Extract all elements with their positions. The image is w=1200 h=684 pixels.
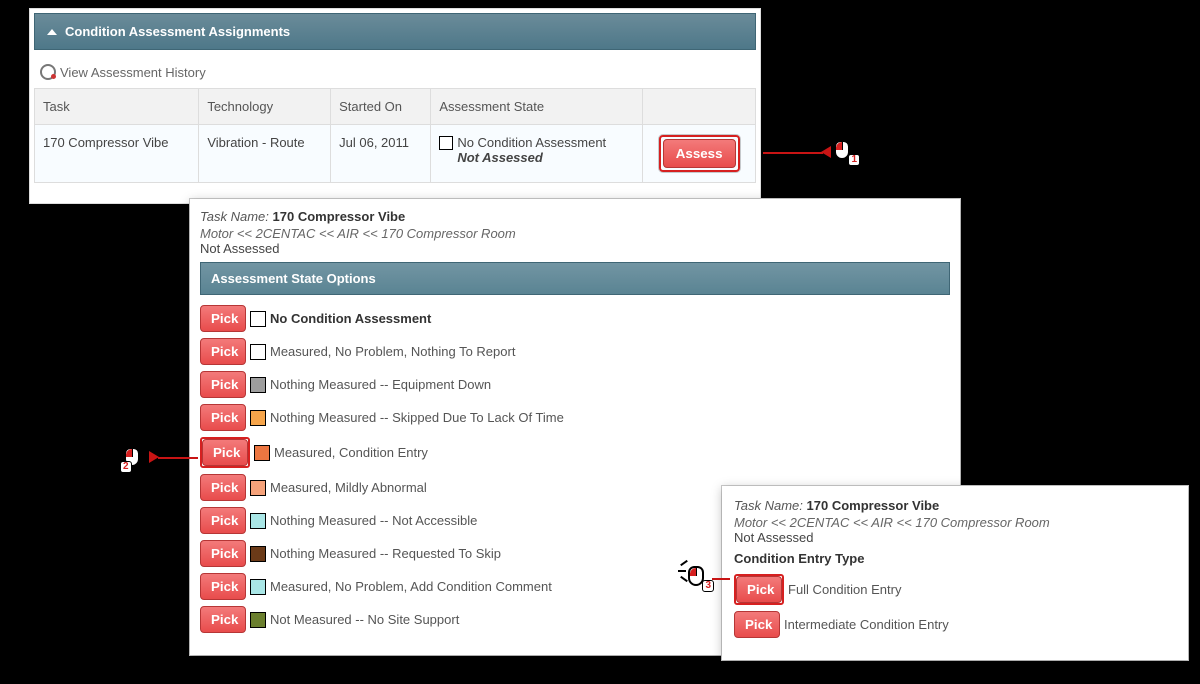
cell-technology: Vibration - Route [199,125,331,183]
assess-button[interactable]: Assess [663,139,736,168]
panel-entry-type: Task Name: 170 Compressor Vibe Motor << … [722,486,1188,660]
options-header: Assessment State Options [200,262,950,295]
pick-button[interactable]: Pick [734,611,780,638]
pick-button[interactable]: Pick [200,540,246,567]
pick-button[interactable]: Pick [200,305,246,332]
color-swatch-icon [250,612,266,628]
callout-number-2: 2 [120,461,132,473]
task-value: 170 Compressor Vibe [273,209,406,224]
status-text-3: Not Assessed [734,530,1176,545]
callout-mouse-1: 1 [834,140,856,164]
option-label: No Condition Assessment [270,311,431,326]
col-started: Started On [331,89,431,125]
callout-highlight-3: Pick [734,574,784,605]
callout-line-2 [158,457,198,459]
history-icon [40,64,56,80]
option-label: Measured, Condition Entry [274,445,428,460]
entry-option-row: Pick Intermediate Condition Entry [734,611,1176,638]
option-row: Pick Nothing Measured -- Skipped Due To L… [200,404,950,431]
assignments-table: Task Technology Started On Assessment St… [34,88,756,183]
state-substate: Not Assessed [457,150,634,165]
option-label: Nothing Measured -- Requested To Skip [270,546,501,561]
color-swatch-icon [250,480,266,496]
breadcrumb-3: Motor << 2CENTAC << AIR << 170 Compresso… [734,515,1176,530]
cell-state: No Condition Assessment Not Assessed [431,125,643,183]
task-label: Task Name: [200,209,269,224]
color-swatch-icon [250,377,266,393]
table-row: 170 Compressor Vibe Vibration - Route Ju… [35,125,756,183]
callout-mouse-2: 2 [124,447,146,471]
col-task: Task [35,89,199,125]
col-state: Assessment State [431,89,643,125]
option-label: Nothing Measured -- Not Accessible [270,513,477,528]
option-label: Measured, No Problem, Add Condition Comm… [270,579,552,594]
panel-assignments: Condition Assessment Assignments View As… [29,8,761,204]
entry-option-row: Pick Full Condition Entry [734,574,1176,605]
option-label: Measured, Mildly Abnormal [270,480,427,495]
callout-arrowhead-1 [821,146,831,158]
color-swatch-icon [250,344,266,360]
color-swatch-icon [250,311,266,327]
option-row: Pick Measured, No Problem, Nothing To Rep… [200,338,950,365]
entry-option-label: Full Condition Entry [788,582,901,597]
state-swatch-icon [439,136,453,150]
callout-mouse-3: 3 [688,566,710,590]
color-swatch-icon [250,579,266,595]
task-label-3: Task Name: [734,498,803,513]
task-line: Task Name: 170 Compressor Vibe [200,209,950,224]
cell-started: Jul 06, 2011 [331,125,431,183]
color-swatch-icon [254,445,270,461]
task-line-3: Task Name: 170 Compressor Vibe [734,498,1176,513]
callout-highlight-2: Pick [200,437,250,468]
option-label: Nothing Measured -- Skipped Due To Lack … [270,410,564,425]
option-row: Pick No Condition Assessment [200,305,950,332]
option-label: Nothing Measured -- Equipment Down [270,377,491,392]
pick-button[interactable]: Pick [200,474,246,501]
history-link-label: View Assessment History [60,65,206,80]
task-value-3: 170 Compressor Vibe [807,498,940,513]
callout-number-1: 1 [848,154,860,166]
pick-button[interactable]: Pick [200,573,246,600]
pick-button[interactable]: Pick [200,338,246,365]
panel-header[interactable]: Condition Assessment Assignments [34,13,756,50]
pick-button[interactable]: Pick [200,606,246,633]
pick-button[interactable]: Pick [200,371,246,398]
entry-options-list: PickFull Condition EntryPickIntermediate… [734,574,1176,638]
state-text: No Condition Assessment [457,135,606,150]
panel-title: Condition Assessment Assignments [65,24,290,39]
breadcrumb: Motor << 2CENTAC << AIR << 170 Compresso… [200,226,950,241]
status-text: Not Assessed [200,241,950,256]
pick-button[interactable]: Pick [202,439,248,466]
option-label: Measured, No Problem, Nothing To Report [270,344,515,359]
cell-task: 170 Compressor Vibe [35,125,199,183]
color-swatch-icon [250,410,266,426]
pick-button[interactable]: Pick [200,507,246,534]
option-row: Pick Nothing Measured -- Equipment Down [200,371,950,398]
color-swatch-icon [250,513,266,529]
option-label: Not Measured -- No Site Support [270,612,459,627]
cell-actions: Assess [643,125,756,183]
callout-line-3 [712,578,730,580]
color-swatch-icon [250,546,266,562]
callout-number-3: 3 [702,580,714,592]
option-row: Pick Measured, Condition Entry [200,437,950,468]
section-title: Condition Entry Type [734,551,1176,566]
callout-highlight-1: Assess [659,135,740,172]
col-technology: Technology [199,89,331,125]
entry-option-label: Intermediate Condition Entry [784,617,949,632]
col-actions [643,89,756,125]
collapse-icon [47,29,57,35]
pick-button[interactable]: Pick [736,576,782,603]
pick-button[interactable]: Pick [200,404,246,431]
view-history-link[interactable]: View Assessment History [40,64,750,80]
callout-line-1 [763,152,823,154]
